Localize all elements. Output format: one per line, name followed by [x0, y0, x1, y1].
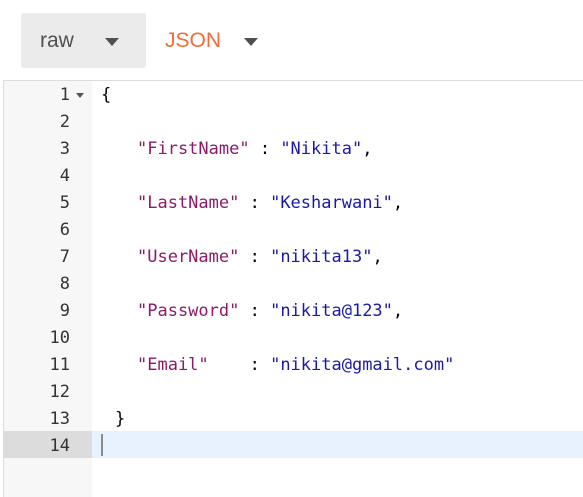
body-format-dropdown[interactable]: raw	[21, 13, 146, 68]
code-close-brace: }	[115, 409, 126, 429]
line-number: 6	[59, 220, 70, 240]
json-comma: ,	[392, 301, 404, 321]
json-key: "LastName"	[137, 193, 240, 213]
json-comma: ,	[372, 247, 383, 267]
json-value: "nikita13"	[270, 247, 373, 267]
code-line-username: "UserName" : "nikita13",	[137, 244, 383, 271]
code-open-brace: {	[101, 85, 112, 105]
code-line-email: "Email" : "nikita@gmail.com"	[137, 352, 454, 379]
json-value: "Kesharwani"	[270, 193, 393, 213]
fold-toggle-icon[interactable]	[76, 93, 84, 98]
line-number: 9	[59, 301, 70, 321]
body-toolbar: raw JSON	[0, 0, 583, 80]
line-number: 5	[59, 193, 70, 213]
active-line-highlight	[92, 431, 583, 458]
line-number: 4	[59, 166, 70, 186]
code-editor[interactable]: 1 2 3 4 5 6 7 8 9 10 11 12 13 14 { "Firs…	[3, 80, 583, 497]
line-number: 11	[49, 355, 70, 375]
json-comma: ,	[362, 139, 373, 159]
line-number: 1	[59, 85, 70, 105]
json-separator: :	[208, 355, 271, 375]
line-number: 2	[59, 112, 70, 132]
body-format-label: raw	[40, 29, 74, 52]
line-number: 12	[49, 382, 70, 402]
json-separator: :	[239, 301, 271, 321]
json-separator: :	[239, 193, 271, 213]
chevron-down-icon	[105, 38, 119, 46]
line-number: 13	[49, 409, 70, 429]
language-dropdown[interactable]: JSON	[150, 13, 270, 68]
code-line-password: "Password" : "nikita@123",	[137, 298, 403, 325]
json-key: "UserName"	[137, 247, 240, 267]
chevron-down-icon	[244, 38, 258, 46]
json-separator: :	[249, 139, 281, 159]
json-value: "nikita@gmail.com"	[270, 355, 455, 375]
json-value: "nikita@123"	[270, 301, 393, 321]
code-line-lastname: "LastName" : "Kesharwani",	[137, 190, 403, 217]
json-value: "Nikita"	[280, 139, 363, 159]
line-number: 3	[59, 139, 70, 159]
json-key: "Password"	[137, 301, 240, 321]
line-number: 10	[49, 328, 70, 348]
json-key: "FirstName"	[137, 139, 250, 159]
line-number: 7	[59, 247, 70, 267]
language-label: JSON	[165, 29, 222, 52]
line-number: 8	[59, 274, 70, 294]
text-cursor	[101, 434, 103, 456]
json-separator: :	[239, 247, 271, 267]
line-number: 14	[49, 436, 70, 456]
code-line-firstname: "FirstName" : "Nikita",	[137, 136, 372, 163]
json-comma: ,	[392, 193, 404, 213]
json-key: "Email"	[137, 355, 209, 375]
